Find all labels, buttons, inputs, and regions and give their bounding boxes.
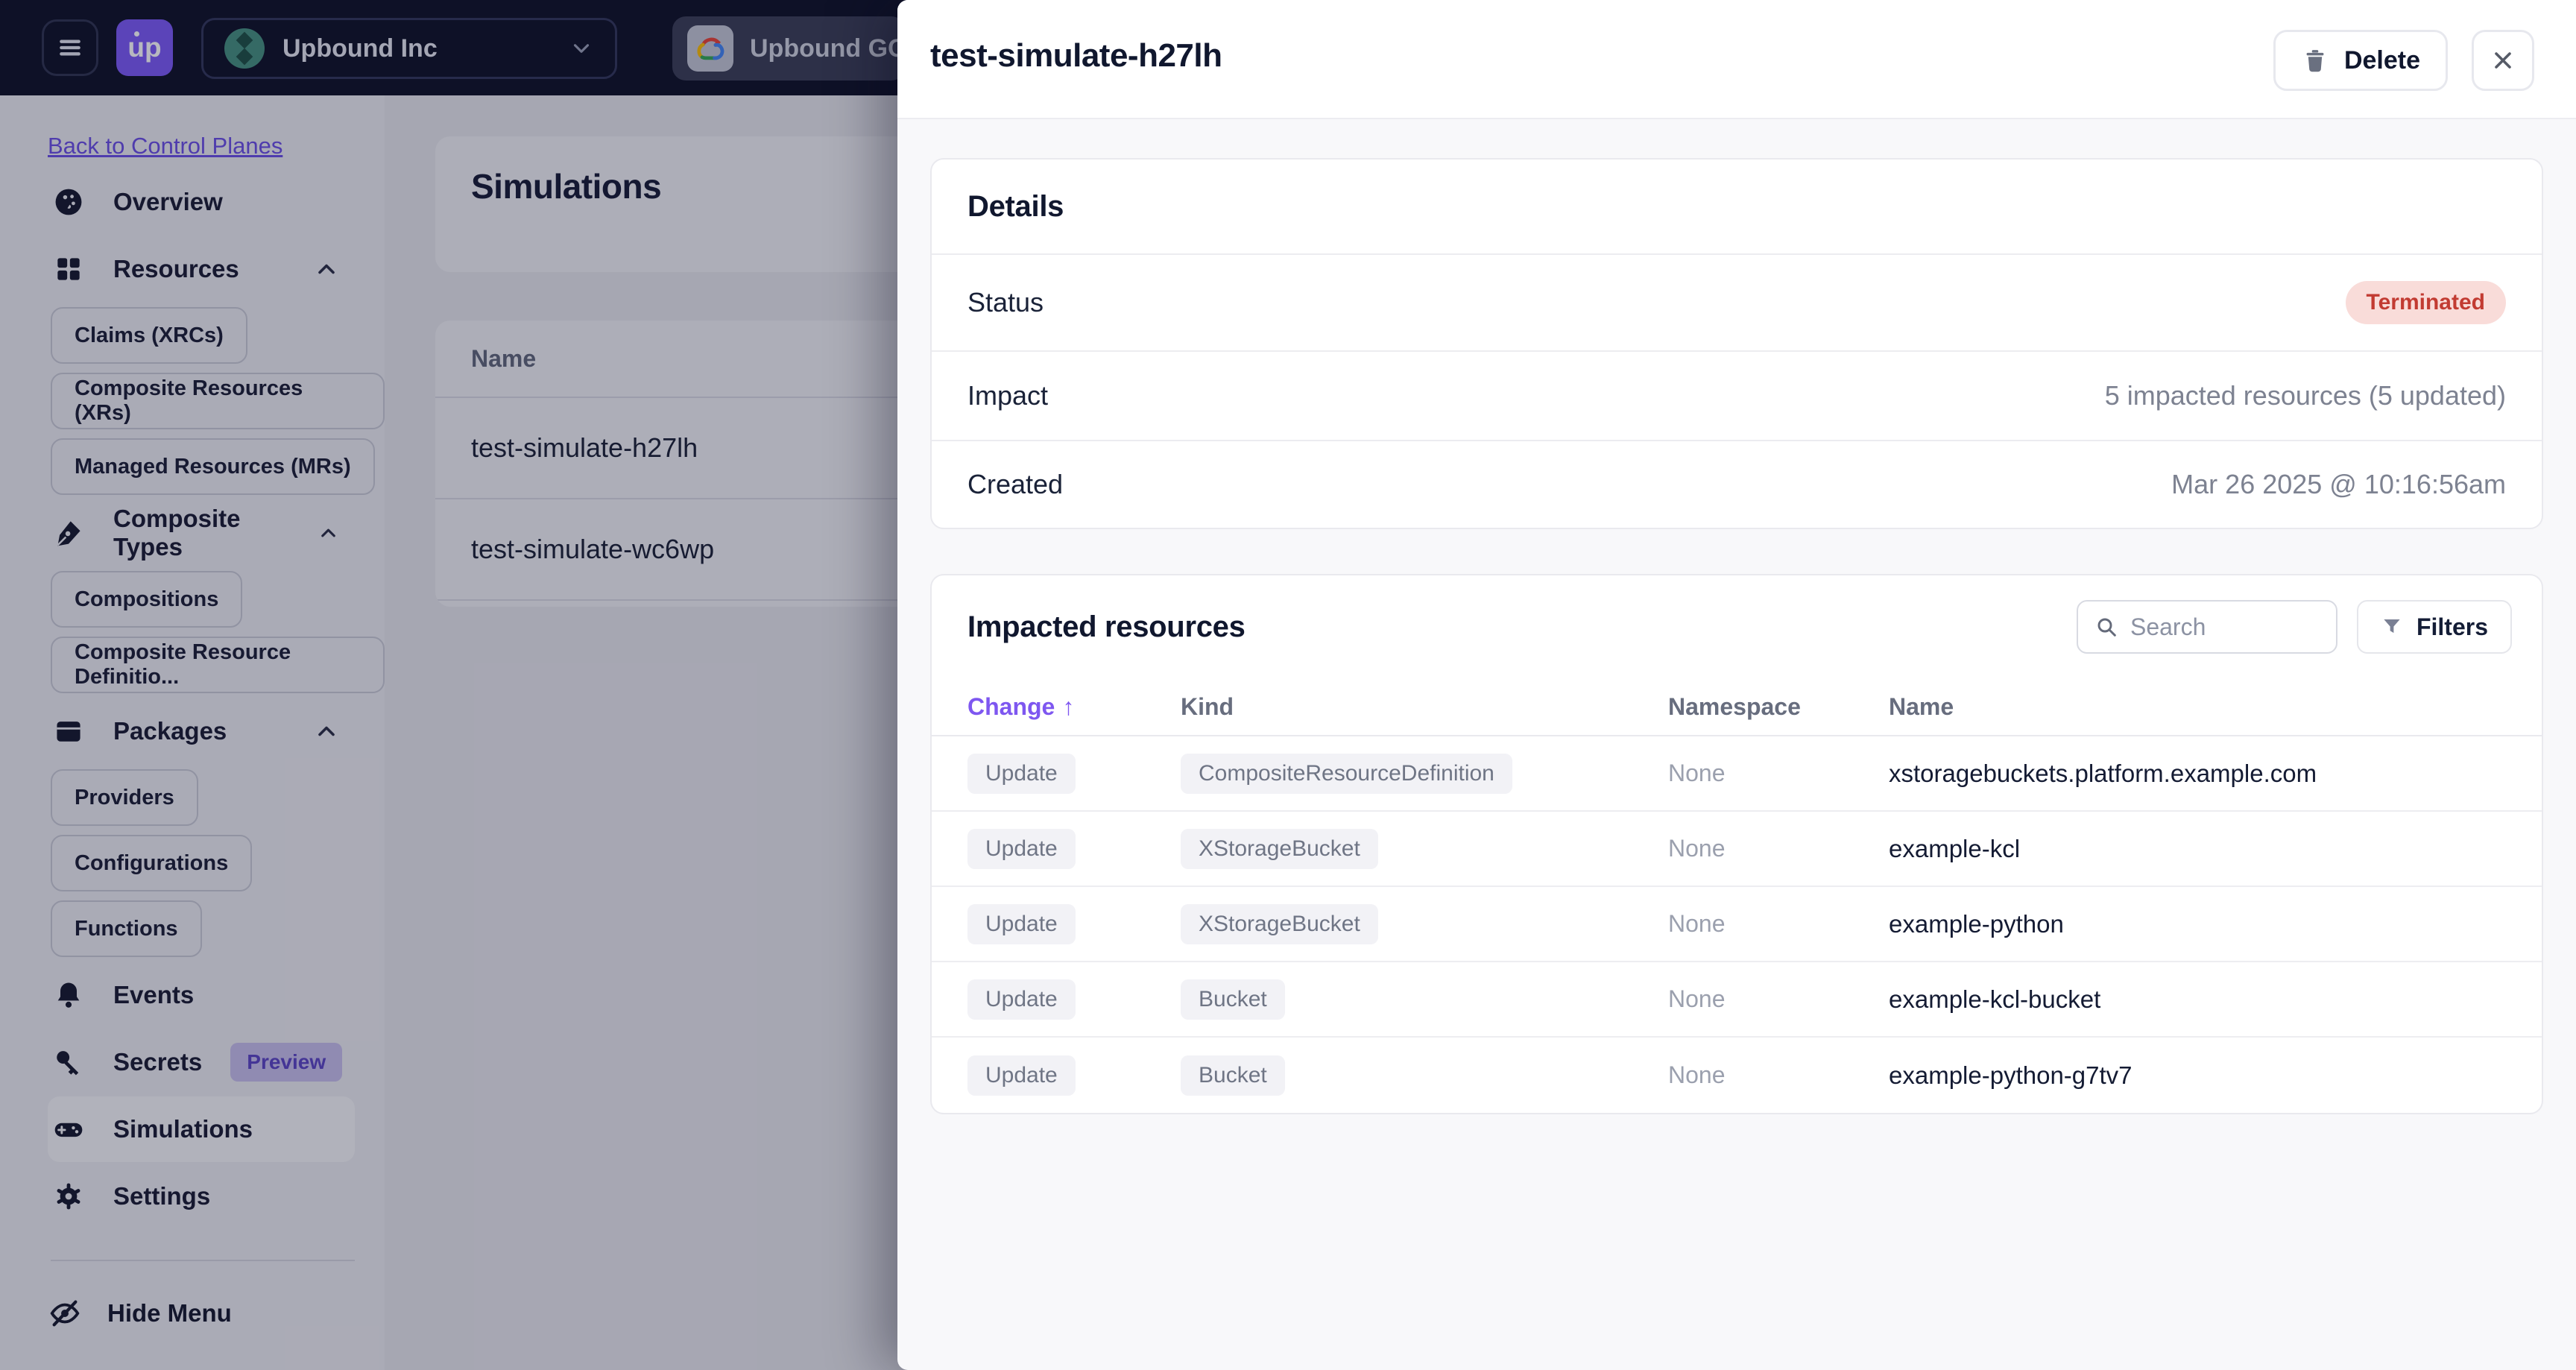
panel-title: test-simulate-h27lh — [930, 37, 1222, 74]
trash-icon — [2306, 50, 2324, 72]
kind-badge: XStorageBucket — [1181, 828, 1378, 869]
close-panel-button[interactable] — [2472, 30, 2534, 91]
kind-badge: XStorageBucket — [1181, 903, 1378, 944]
change-badge: Update — [967, 753, 1076, 794]
detail-row-created: Created Mar 26 2025 @ 10:16:56am — [932, 441, 2542, 528]
impacted-row: Update Bucket None example-kcl-bucket — [932, 962, 2542, 1038]
change-badge: Update — [967, 1055, 1076, 1096]
detail-row-status: Status Terminated — [932, 255, 2542, 352]
impacted-row: Update Bucket None example-python-g7tv7 — [932, 1038, 2542, 1113]
panel-header: test-simulate-h27lh Delete — [897, 0, 2576, 119]
filter-funnel-icon — [2384, 619, 2400, 634]
filters-label: Filters — [2416, 613, 2488, 640]
impacted-row: Update CompositeResourceDefinition None … — [932, 736, 2542, 812]
impacted-row: Update XStorageBucket None example-kcl — [932, 812, 2542, 887]
column-header-change[interactable]: Change ↑ — [967, 693, 1181, 721]
sort-asc-icon: ↑ — [1062, 692, 1075, 720]
impacted-heading: Impacted resources — [967, 610, 1246, 643]
created-label: Created — [967, 469, 1064, 499]
impacted-table-header: Change ↑ Kind Namespace Name — [932, 678, 2542, 736]
name-cell: example-python — [1889, 909, 2064, 938]
impact-value: 5 impacted resources (5 updated) — [2104, 380, 2506, 411]
name-cell: example-python-g7tv7 — [1889, 1061, 2133, 1089]
details-heading: Details — [967, 189, 1064, 223]
search-input[interactable] — [2130, 613, 2320, 641]
detail-row-impact: Impact 5 impacted resources (5 updated) — [932, 352, 2542, 441]
impacted-row: Update XStorageBucket None example-pytho… — [932, 887, 2542, 962]
status-label: Status — [967, 287, 1044, 318]
kind-badge: Bucket — [1181, 979, 1285, 1020]
status-badge: Terminated — [2345, 281, 2506, 324]
search-icon — [2097, 618, 2116, 637]
namespace-cell: None — [1668, 985, 1726, 1012]
details-heading-row: Details — [932, 160, 2542, 255]
name-cell: xstoragebuckets.platform.example.com — [1889, 759, 2317, 787]
column-header-namespace[interactable]: Namespace — [1668, 693, 1889, 721]
impact-label: Impact — [967, 380, 1049, 411]
delete-button[interactable]: Delete — [2273, 30, 2448, 91]
column-header-name[interactable]: Name — [1889, 693, 2506, 721]
namespace-cell: None — [1668, 760, 1726, 786]
kind-badge: Bucket — [1181, 1055, 1285, 1096]
impacted-header-row: Impacted resources Filters — [932, 575, 2542, 678]
search-box[interactable] — [2076, 600, 2337, 654]
app-window: up Upbound Inc Upbound GCP U Back to Con… — [0, 0, 2576, 1370]
change-badge: Update — [967, 903, 1076, 944]
name-cell: example-kcl — [1889, 834, 2021, 862]
delete-label: Delete — [2343, 45, 2420, 75]
name-cell: example-kcl-bucket — [1889, 985, 2101, 1013]
namespace-cell: None — [1668, 835, 1726, 862]
details-card: Details Status Terminated Impact 5 impac… — [930, 158, 2543, 529]
close-icon — [2495, 52, 2511, 69]
impacted-resources-card: Impacted resources Filters Change↑ — [930, 574, 2543, 1114]
filters-button[interactable]: Filters — [2356, 600, 2512, 654]
change-badge: Update — [967, 979, 1076, 1020]
column-header-kind[interactable]: Kind — [1181, 693, 1668, 721]
change-badge: Update — [967, 828, 1076, 869]
namespace-cell: None — [1668, 910, 1726, 937]
kind-badge: CompositeResourceDefinition — [1181, 753, 1512, 794]
namespace-cell: None — [1668, 1061, 1726, 1088]
simulation-detail-panel: test-simulate-h27lh Delete Details Statu… — [897, 0, 2576, 1370]
created-value: Mar 26 2025 @ 10:16:56am — [2171, 469, 2506, 499]
